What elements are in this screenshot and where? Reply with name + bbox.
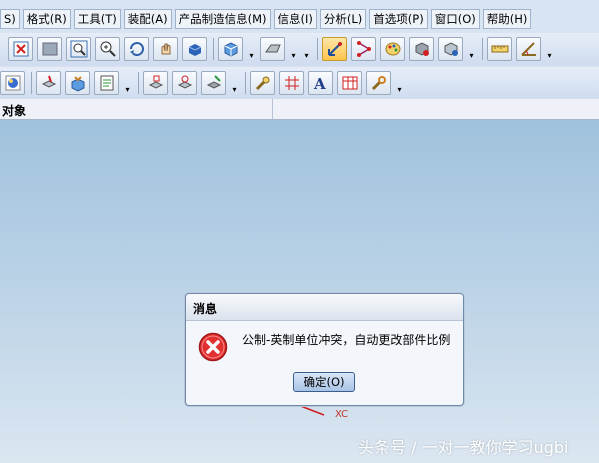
svg-text:A: A	[313, 75, 326, 92]
shape-icon	[71, 76, 84, 92]
snap-icon	[356, 41, 371, 57]
angle-dropdown[interactable]: ▾	[545, 37, 554, 61]
menu-item-s[interactable]: S)	[0, 9, 20, 29]
measure-icon	[491, 45, 508, 53]
menu-item-window[interactable]: 窗口(O)	[430, 9, 480, 29]
text-icon: A	[313, 75, 326, 92]
table-button[interactable]	[337, 71, 362, 95]
zoom-button[interactable]	[95, 37, 120, 61]
navigator-title: 对象	[2, 104, 27, 118]
layer-button[interactable]	[143, 71, 168, 95]
menu-item-tools[interactable]: 工具(T)	[73, 9, 121, 29]
menu-item-pmi[interactable]: 产品制造信息(M)	[174, 9, 271, 29]
angle-icon	[520, 42, 536, 56]
toolbar-separator	[213, 38, 214, 60]
properties-button[interactable]	[94, 71, 119, 95]
sphere-button[interactable]	[0, 71, 25, 95]
render-style-dropdown[interactable]: ▾	[289, 37, 298, 61]
toolbar-view-row: ▾ ▾ ▾ ▾ ▾	[0, 36, 558, 62]
edit-dropdown[interactable]: ▾	[230, 71, 239, 95]
palette-icon	[385, 42, 400, 56]
menu-bar: S) 格式(R) 工具(T) 装配(A) 产品制造信息(M) 信息(I) 分析(…	[0, 0, 599, 36]
toolbar-separator	[317, 38, 318, 60]
navigator-divider[interactable]	[272, 99, 273, 119]
hide-icon	[415, 42, 429, 56]
palette-button[interactable]	[380, 37, 405, 61]
fit-button[interactable]	[8, 37, 33, 61]
menu-items: S) 格式(R) 工具(T) 装配(A) 产品制造信息(M) 信息(I) 分析(…	[0, 9, 534, 29]
menu-item-assembly[interactable]: 装配(A)	[123, 9, 172, 29]
show-button[interactable]	[438, 37, 463, 61]
wrench-icon	[371, 76, 386, 91]
ok-button[interactable]: 确定(O)	[293, 372, 355, 392]
error-icon	[198, 332, 228, 362]
dialog-title: 消息	[193, 302, 218, 316]
snap-button[interactable]	[351, 37, 376, 61]
sphere-icon	[5, 75, 20, 91]
feature-icon	[41, 75, 56, 88]
pan-button[interactable]	[153, 37, 178, 61]
show-icon	[444, 42, 458, 56]
watermark: 头条号 / 一对一教你学习ugbi	[358, 438, 569, 457]
menu-item-info[interactable]: 信息(I)	[273, 9, 317, 29]
zoom-window-button[interactable]	[66, 37, 91, 61]
menu-item-analysis[interactable]: 分析(L)	[319, 9, 367, 29]
layer-icon	[148, 75, 163, 89]
toolbar-separator	[245, 72, 246, 94]
angle-button[interactable]	[516, 37, 541, 61]
text-button[interactable]: A	[308, 71, 333, 95]
wireframe-icon	[42, 42, 57, 56]
wireframe-button[interactable]	[37, 37, 62, 61]
fit-icon	[13, 41, 28, 57]
message-dialog: 消息 公制-英制单位冲突，自动更改部件比例 确定(O)	[185, 293, 464, 406]
wrench-button[interactable]	[366, 71, 391, 95]
toolbar-separator	[482, 38, 483, 60]
menu-item-format[interactable]: 格式(R)	[22, 9, 71, 29]
shape-button[interactable]	[65, 71, 90, 95]
menu-item-help[interactable]: 帮助(H)	[482, 9, 532, 29]
feature-button[interactable]	[36, 71, 61, 95]
properties-icon	[100, 75, 113, 91]
toolbar-feature: ▾ ▾ A ▾	[0, 67, 599, 99]
shaded-icon	[188, 44, 201, 56]
show-dropdown[interactable]: ▾	[467, 37, 476, 61]
menu-item-preferences[interactable]: 首选项(P)	[369, 9, 428, 29]
rotate-button[interactable]	[124, 37, 149, 61]
zoom-icon	[100, 41, 116, 57]
more-dropdown[interactable]: ▾	[302, 37, 311, 61]
shaded-button[interactable]	[182, 37, 207, 61]
table-icon	[342, 76, 357, 90]
zoom-window-icon	[70, 40, 87, 58]
view-cube-dropdown[interactable]: ▾	[247, 37, 256, 61]
edit-button[interactable]	[201, 71, 226, 95]
pan-icon	[161, 43, 170, 55]
toolbar-separator	[138, 72, 139, 94]
hide-button[interactable]	[409, 37, 434, 61]
wrench-dropdown[interactable]: ▾	[395, 71, 404, 95]
render-style-icon	[264, 44, 281, 53]
toolbar-feature-row: ▾ ▾ A ▾	[0, 70, 408, 96]
rotate-icon	[129, 42, 144, 57]
properties-dropdown[interactable]: ▾	[123, 71, 132, 95]
part-navigator-header: 对象	[0, 99, 599, 120]
grid-icon	[284, 76, 299, 90]
point-select-icon	[327, 42, 342, 56]
transform-button[interactable]	[172, 71, 197, 95]
measure-button[interactable]	[487, 37, 512, 61]
tools-button[interactable]	[250, 71, 275, 95]
axis-label: XC	[335, 409, 349, 420]
render-style-button[interactable]	[260, 37, 285, 61]
dialog-title-bar[interactable]: 消息	[186, 294, 463, 321]
transform-icon	[177, 75, 192, 89]
point-select-button[interactable]	[322, 37, 347, 61]
view-cube-button[interactable]	[218, 37, 243, 61]
toolbar-separator	[31, 72, 32, 94]
view-cube-icon	[224, 42, 237, 57]
tools-icon	[255, 76, 269, 91]
toolbar-view: ▾ ▾ ▾ ▾ ▾	[0, 33, 599, 65]
dialog-message: 公制-英制单位冲突，自动更改部件比例	[242, 333, 451, 347]
edit-icon	[206, 75, 221, 89]
grid-button[interactable]	[279, 71, 304, 95]
